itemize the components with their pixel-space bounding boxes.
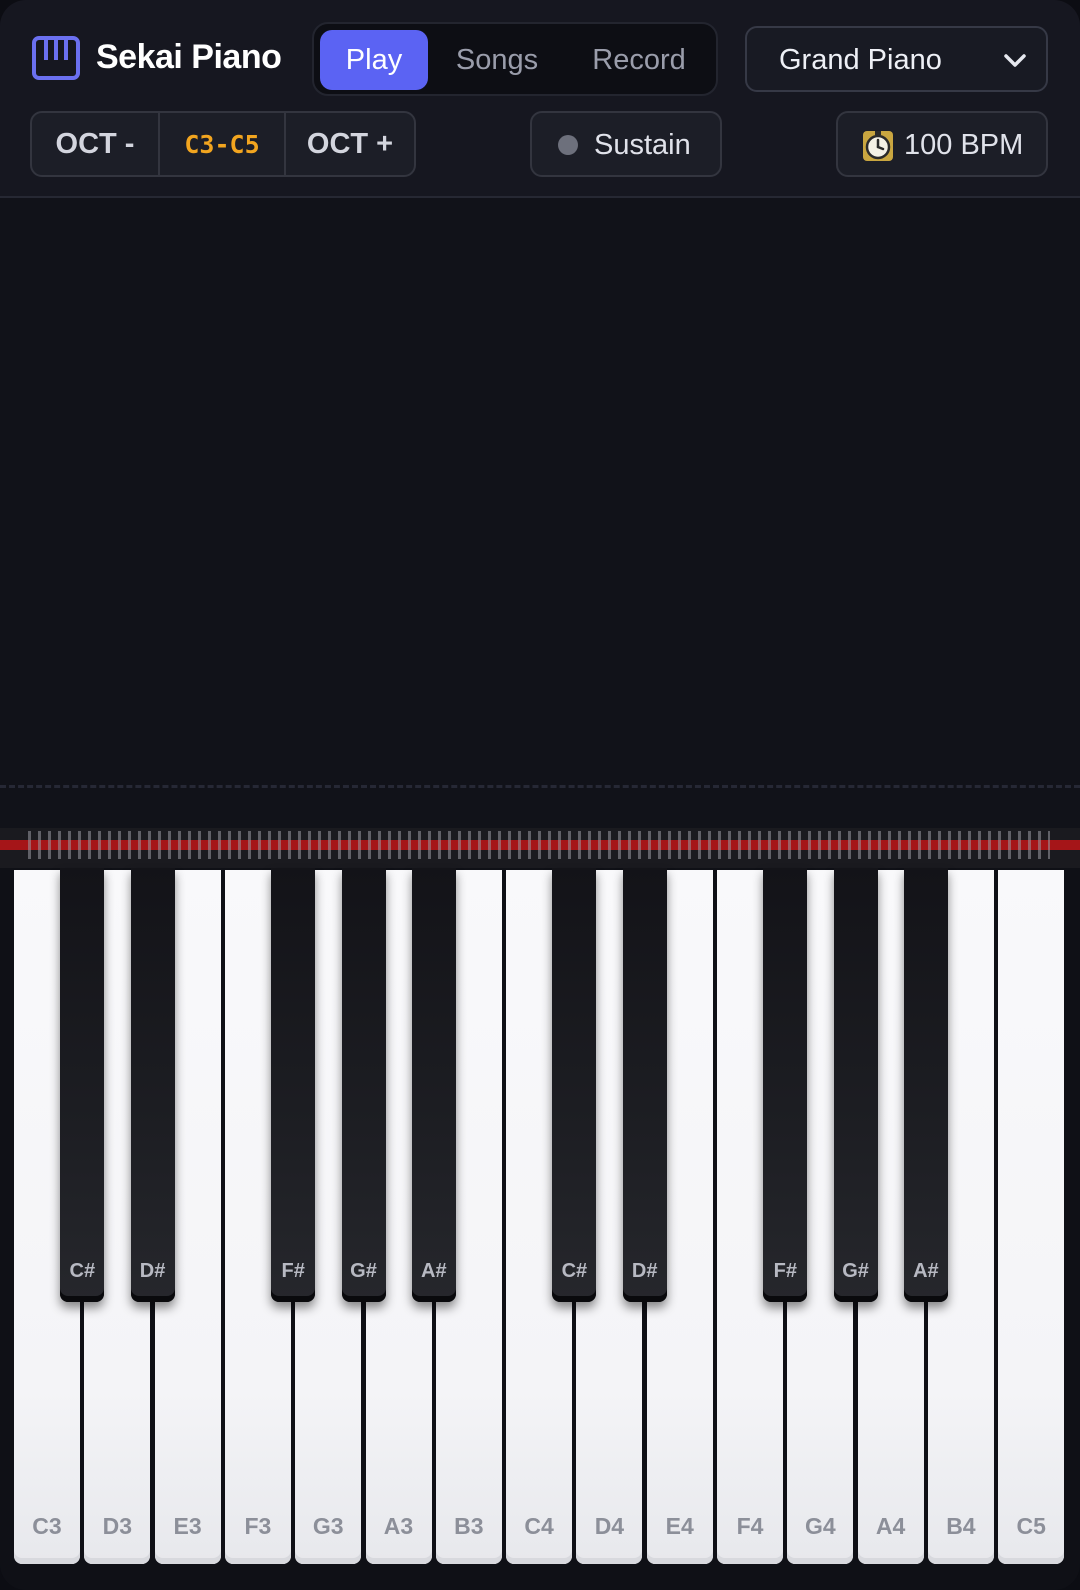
sustain-label: Sustain <box>594 129 691 161</box>
tab-play[interactable]: Play <box>320 30 428 90</box>
tempo-button[interactable]: 100 BPM <box>836 111 1048 177</box>
key-label: B4 <box>946 1513 976 1539</box>
note-fall-area <box>0 200 1080 830</box>
black-key-a-sharp-9[interactable]: A# <box>903 868 948 1302</box>
sustain-toggle[interactable]: Sustain <box>530 111 722 177</box>
piano-logo-icon <box>32 36 80 80</box>
tab-songs[interactable]: Songs <box>436 30 558 90</box>
key-label: F4 <box>736 1513 764 1539</box>
key-label: A# <box>421 1260 447 1282</box>
key-label: C5 <box>1016 1513 1046 1539</box>
black-key-g-sharp-8[interactable]: G# <box>833 868 878 1302</box>
tab-record[interactable]: Record <box>568 30 710 90</box>
app-title: Sekai Piano <box>96 38 282 76</box>
piano-app: Sekai Piano Play Songs Record Grand Pian… <box>0 0 1080 1590</box>
key-label: F3 <box>244 1513 272 1539</box>
key-label: C# <box>561 1260 588 1282</box>
key-label: E4 <box>665 1513 694 1539</box>
black-key-a-sharp-4[interactable]: A# <box>411 868 456 1302</box>
black-key-g-sharp-3[interactable]: G# <box>341 868 386 1302</box>
key-felt-strip <box>0 828 1080 868</box>
black-key-f-sharp-2[interactable]: F# <box>271 868 316 1302</box>
key-label: C4 <box>524 1513 554 1539</box>
sustain-indicator <box>558 135 578 155</box>
black-key-d-sharp-1[interactable]: D# <box>130 868 175 1302</box>
key-label: A4 <box>875 1513 906 1539</box>
mode-tabs: Play Songs Record <box>312 22 718 96</box>
octave-down-button[interactable]: OCT - <box>32 113 158 175</box>
black-key-d-sharp-6[interactable]: D# <box>622 868 667 1302</box>
key-label: C3 <box>32 1513 62 1539</box>
key-label: B3 <box>454 1513 484 1539</box>
key-label: G# <box>350 1260 377 1282</box>
black-key-f-sharp-7[interactable]: F# <box>763 868 808 1302</box>
key-label: G3 <box>312 1513 344 1539</box>
key-label: D# <box>139 1260 166 1282</box>
toolbar: Sekai Piano Play Songs Record Grand Pian… <box>0 0 1080 198</box>
instrument-label: Grand Piano <box>779 44 942 76</box>
key-label: A3 <box>383 1513 414 1539</box>
octave-range: C3-C5 <box>184 129 260 159</box>
felt-ticks <box>28 831 1050 859</box>
key-label: A# <box>913 1260 939 1282</box>
octave-controls: OCT - C3-C5 OCT + <box>30 111 416 177</box>
key-label: D# <box>631 1260 658 1282</box>
black-key-c-sharp-0[interactable]: C# <box>60 868 105 1302</box>
key-label: F# <box>773 1260 797 1282</box>
key-label: C# <box>69 1260 96 1282</box>
key-label: D3 <box>102 1513 132 1539</box>
octave-up-button[interactable]: OCT + <box>286 113 414 175</box>
hit-line <box>0 785 1080 788</box>
key-label: E3 <box>173 1513 202 1539</box>
key-label: G4 <box>804 1513 836 1539</box>
piano-keyboard: C3 D3 E3 F3 G3 A3 B3 C4 D4 E4 F4 G4 A4 B4 C5 C# D# F# G# A#… <box>0 868 1080 1590</box>
black-key-c-sharp-5[interactable]: C# <box>552 868 597 1302</box>
white-key-c5[interactable]: C5 <box>998 870 1065 1564</box>
instrument-select[interactable]: Grand Piano <box>745 26 1048 92</box>
key-label: F# <box>281 1260 305 1282</box>
chevron-down-icon <box>1004 54 1026 67</box>
stopwatch-icon <box>863 131 893 161</box>
tempo-label: 100 BPM <box>904 129 1024 161</box>
key-label: G# <box>842 1260 869 1282</box>
key-label: D4 <box>594 1513 625 1539</box>
